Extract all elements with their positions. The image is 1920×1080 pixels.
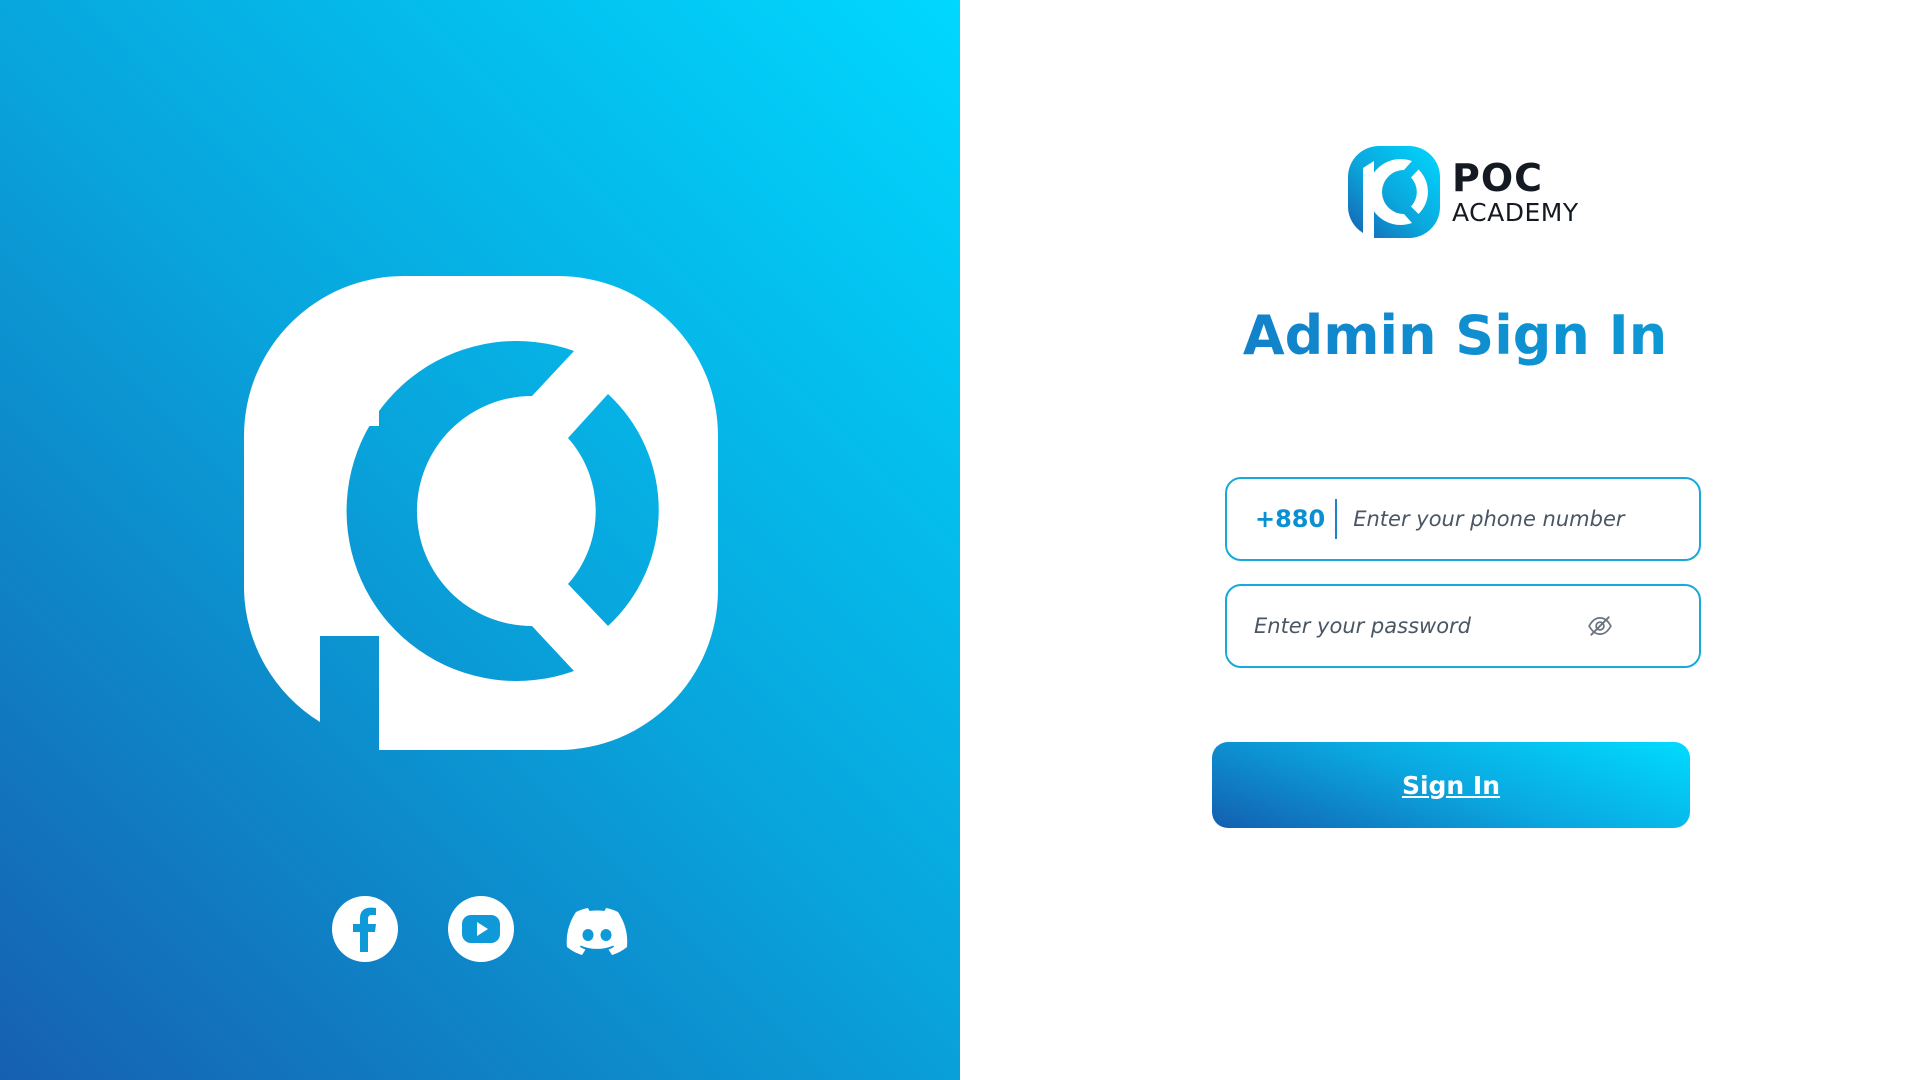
discord-icon[interactable] — [564, 896, 630, 962]
brand-logo: POC ACADEMY — [1348, 146, 1579, 238]
brand-panel — [0, 0, 960, 1080]
password-field — [1225, 584, 1701, 668]
facebook-icon[interactable] — [332, 896, 398, 962]
form-panel: POC ACADEMY Admin Sign In +880 Sign In — [960, 0, 1920, 1080]
phone-input[interactable] — [1337, 498, 1699, 540]
brand-text: POC ACADEMY — [1452, 159, 1579, 225]
brand-name: POC — [1452, 156, 1544, 200]
youtube-icon[interactable] — [448, 896, 514, 962]
eye-off-icon[interactable] — [1587, 613, 1613, 639]
sign-in-page: POC ACADEMY Admin Sign In +880 Sign In — [0, 0, 1920, 1080]
page-title: Admin Sign In — [960, 304, 1920, 367]
password-input[interactable] — [1227, 605, 1577, 647]
phone-field: +880 — [1225, 477, 1701, 561]
brand-subtitle: ACADEMY — [1452, 198, 1579, 227]
social-links — [332, 896, 630, 962]
poc-mark-icon — [1348, 146, 1440, 238]
poc-logo-icon — [244, 276, 718, 750]
country-code: +880 — [1227, 499, 1338, 539]
sign-in-button[interactable]: Sign In — [1212, 742, 1690, 828]
